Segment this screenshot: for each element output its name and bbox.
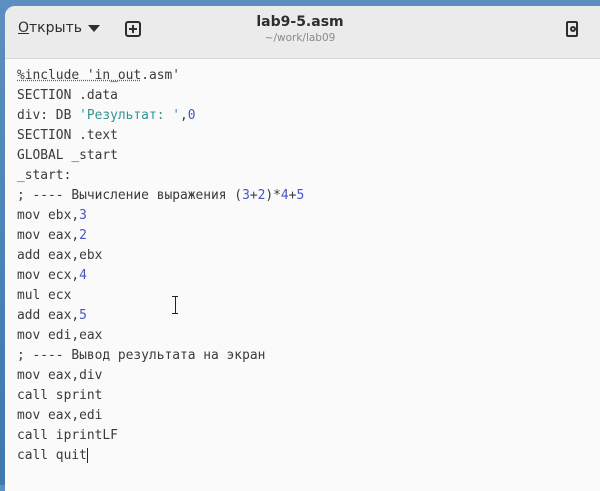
code-token: mov eax,edi (17, 408, 103, 423)
number-token: 2 (79, 228, 87, 243)
code-token: + (249, 188, 258, 203)
code-token: GLOBAL _start (17, 148, 118, 163)
code-token: call sprint (17, 388, 103, 403)
code-token: mov ebx, (17, 208, 80, 223)
code-line[interactable]: add eax,ebx (17, 246, 304, 266)
code-token: mov eax, (17, 228, 80, 243)
code-line[interactable]: call iprintLF (17, 426, 304, 446)
number-token: 4 (79, 268, 87, 283)
code-line[interactable]: %include 'in_out.asm' (17, 66, 304, 86)
code-line[interactable]: mov eax,2 (17, 226, 304, 246)
string-token: 'Результат: ' (79, 108, 180, 123)
header-bar: Открыть lab9-5.asm ~/work/lab09 (5, 6, 600, 59)
code-token: add eax, (17, 308, 80, 323)
number-token: 5 (296, 188, 305, 203)
code-line[interactable]: ; ---- Вычисление выражения (3+2)*4+5 (17, 186, 304, 206)
code-token: %include 'in_out (17, 68, 142, 83)
code-token: mov edi,eax (17, 328, 103, 343)
code-token: ; ---- Вычисление выражения ( (17, 188, 243, 203)
code-line[interactable]: mov edi,eax (17, 326, 304, 346)
text-editor-window: Открыть lab9-5.asm ~/work/lab09 %include… (5, 6, 600, 491)
code-token: .asm' (141, 68, 180, 83)
code-token: , (180, 108, 188, 123)
code-token: ; ---- Вывод результата на экран (17, 348, 266, 363)
number-token: 3 (79, 208, 87, 223)
code-line[interactable]: mul ecx (17, 286, 304, 306)
find-icon[interactable] (566, 21, 578, 37)
number-token: 5 (79, 308, 87, 323)
code-line[interactable]: call quit (17, 446, 304, 466)
code-line[interactable]: add eax,5 (17, 306, 304, 326)
code-token: add eax,ebx (17, 248, 103, 263)
text-caret (86, 448, 88, 463)
code-token: call quit (17, 448, 87, 463)
file-name: lab9-5.asm (256, 14, 344, 30)
code-line[interactable]: SECTION .text (17, 126, 304, 146)
code-line[interactable]: SECTION .data (17, 86, 304, 106)
number-token: 4 (280, 188, 289, 203)
code-token: call iprintLF (17, 428, 118, 443)
code-token: mov ecx, (17, 268, 80, 283)
code-line[interactable]: _start: (17, 166, 304, 186)
code-line[interactable]: div: DB 'Результат: ',0 (17, 106, 304, 126)
code-token: SECTION .data (17, 88, 118, 103)
text-cursor-icon (172, 296, 178, 314)
code-token: SECTION .text (17, 128, 118, 143)
code-token: )* (265, 188, 281, 203)
code-token: mul ecx (17, 288, 72, 303)
code-line[interactable]: mov eax,div (17, 366, 304, 386)
code-line[interactable]: GLOBAL _start (17, 146, 304, 166)
code-line[interactable]: mov eax,edi (17, 406, 304, 426)
number-token: 3 (242, 188, 250, 203)
code-line[interactable]: mov ebx,3 (17, 206, 304, 226)
code-line[interactable]: ; ---- Вывод результата на экран (17, 346, 304, 366)
code-editor[interactable]: %include 'in_out.asm' SECTION .data div: D… (17, 66, 304, 466)
window-title: lab9-5.asm ~/work/lab09 (5, 14, 595, 44)
code-line[interactable]: mov ecx,4 (17, 266, 304, 286)
code-token: _start: (17, 168, 72, 183)
file-path: ~/work/lab09 (264, 32, 336, 44)
code-line[interactable]: call sprint (17, 386, 304, 406)
code-token: div: DB (17, 108, 80, 123)
code-token: mov eax,div (17, 368, 103, 383)
number-token: 0 (187, 108, 196, 123)
